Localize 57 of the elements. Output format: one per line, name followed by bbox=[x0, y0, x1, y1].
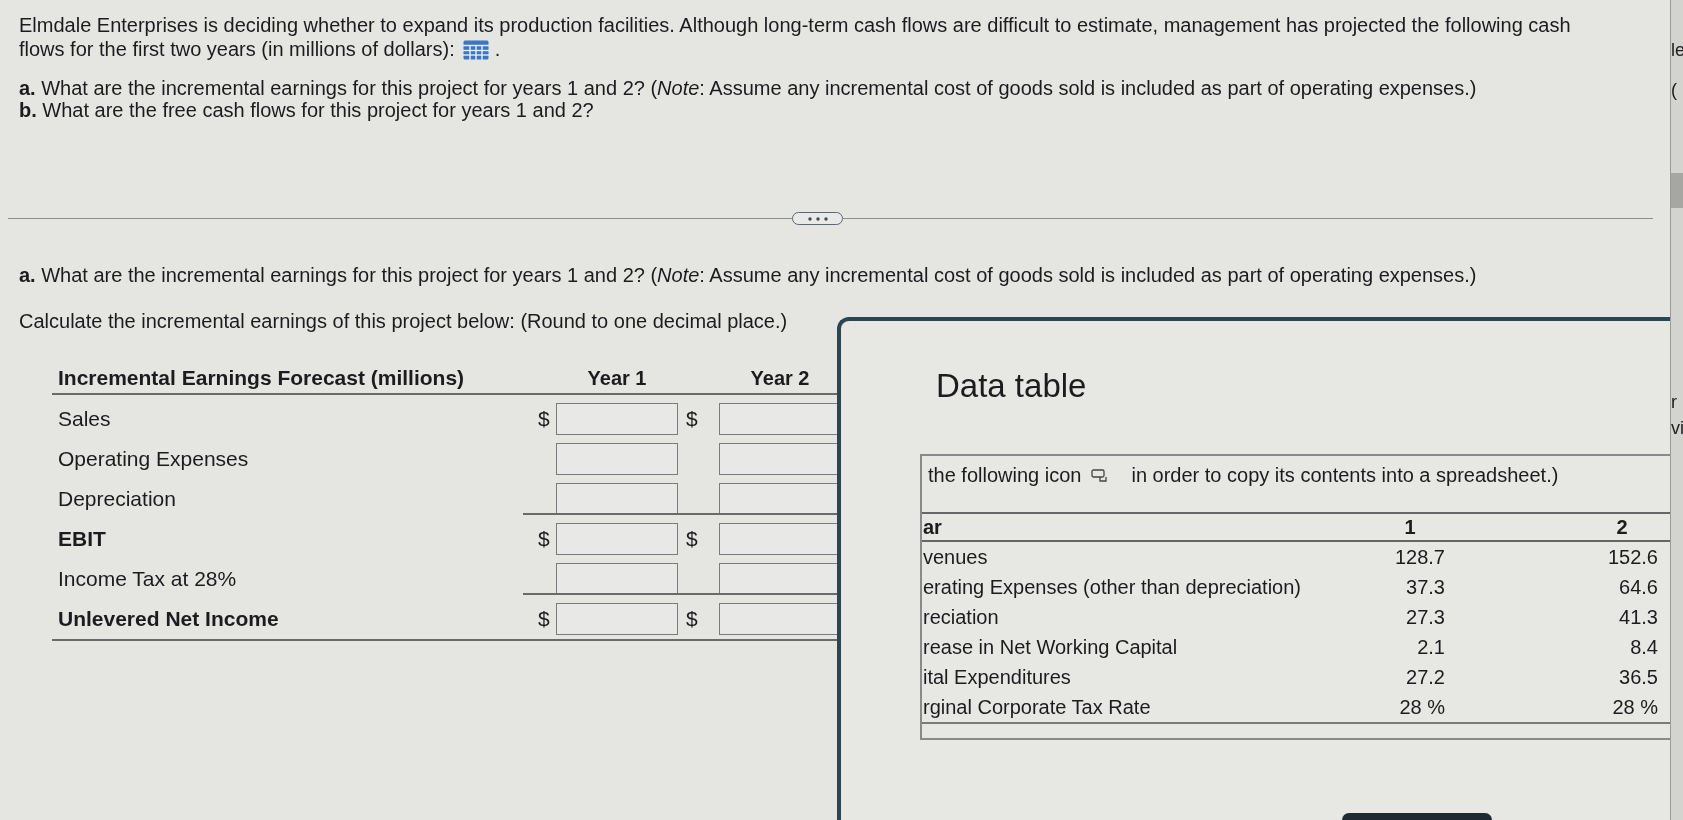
cut-off-text: ( bbox=[1671, 79, 1678, 101]
dollar-sign: $ bbox=[685, 407, 699, 431]
table-cell-text: 2.1 bbox=[1416, 635, 1445, 659]
row-label: Unlevered Net Income bbox=[57, 607, 280, 631]
row-label: EBIT bbox=[57, 527, 107, 551]
row-label: ital Expenditures bbox=[922, 665, 1072, 689]
question-part: a. What are the incremental earnings for this project for years 1 and 2? (Note: Assume any incremental cost of goods sold is included as part of operating expenses.) bbox=[19, 77, 1478, 99]
column-header: Year 2 bbox=[749, 366, 811, 390]
dollar-sign: $ bbox=[537, 607, 551, 631]
row-label: Income Tax at 28% bbox=[57, 567, 238, 591]
row-label: Sales bbox=[57, 407, 112, 431]
table-cell-text: 27.2 bbox=[1405, 665, 1445, 689]
row-label: venues bbox=[922, 545, 989, 569]
answer-field[interactable] bbox=[556, 403, 678, 435]
table-icon[interactable] bbox=[462, 40, 489, 60]
column-header: 1 bbox=[1403, 515, 1417, 539]
question-part: a. What are the incremental earnings for this project for years 1 and 2? (Note: Assume any incremental cost of goods sold is included as part of operating expenses.) bbox=[19, 263, 1478, 287]
instruction-text: Calculate the incremental earnings of this project below: (Round to one decimal place.) bbox=[19, 309, 789, 333]
table-cell-text: 28 % bbox=[1611, 695, 1658, 719]
table-cell-text: 128.7 bbox=[1393, 545, 1445, 569]
dollar-sign: $ bbox=[685, 607, 699, 631]
table-cell-text: 8.4 bbox=[1629, 635, 1658, 659]
column-header: ar bbox=[922, 515, 943, 539]
answer-field[interactable] bbox=[556, 523, 678, 555]
table-cell-text: 64.6 bbox=[1618, 575, 1658, 599]
table-cell-text: 152.6 bbox=[1606, 545, 1658, 569]
row-label: rease in Net Working Capital bbox=[922, 635, 1179, 659]
answer-field[interactable] bbox=[556, 483, 678, 515]
partial-button[interactable] bbox=[1342, 813, 1492, 820]
cut-off-text: vi bbox=[1671, 417, 1683, 439]
more-button[interactable] bbox=[792, 212, 843, 225]
row-label: rginal Corporate Tax Rate bbox=[922, 695, 1152, 719]
question-text: Elmdale Enterprises is deciding whether to expand its production facilities. Although long-term cash flows are difficult to estimate, management has projected the following cash flows for the first two years (in millions of dollars): . bbox=[19, 13, 1572, 61]
row-label: Operating Expenses bbox=[57, 447, 250, 471]
dialog-title: Data table bbox=[936, 367, 1087, 405]
column-header: Year 1 bbox=[586, 366, 648, 390]
column-header: 2 bbox=[1615, 515, 1629, 539]
cut-off-text: r bbox=[1671, 391, 1678, 413]
answer-field[interactable] bbox=[556, 443, 678, 475]
table-cell-text: 41.3 bbox=[1618, 605, 1658, 629]
instruction-text: the following icon in order to copy its contents into a spreadsheet.) bbox=[927, 463, 1560, 488]
row-label: reciation bbox=[922, 605, 1000, 629]
question-part: b. What are the free cash flows for this project for years 1 and 2? bbox=[19, 99, 595, 121]
table-cell-text: 36.5 bbox=[1618, 665, 1658, 689]
table-cell-text: 28 % bbox=[1398, 695, 1445, 719]
answer-field[interactable] bbox=[556, 603, 678, 635]
dollar-sign: $ bbox=[537, 527, 551, 551]
column-header: Incremental Earnings Forecast (millions) bbox=[57, 366, 466, 390]
table-cell-text: 37.3 bbox=[1405, 575, 1445, 599]
dollar-sign: $ bbox=[685, 527, 699, 551]
row-label: Depreciation bbox=[57, 487, 177, 511]
row-label: erating Expenses (other than depreciation) bbox=[922, 575, 1302, 599]
copy-icon bbox=[1091, 469, 1108, 482]
table-cell-text: 27.3 bbox=[1405, 605, 1445, 629]
ellipsis-icon bbox=[807, 216, 828, 221]
answer-field[interactable] bbox=[556, 563, 678, 595]
dollar-sign: $ bbox=[537, 407, 551, 431]
